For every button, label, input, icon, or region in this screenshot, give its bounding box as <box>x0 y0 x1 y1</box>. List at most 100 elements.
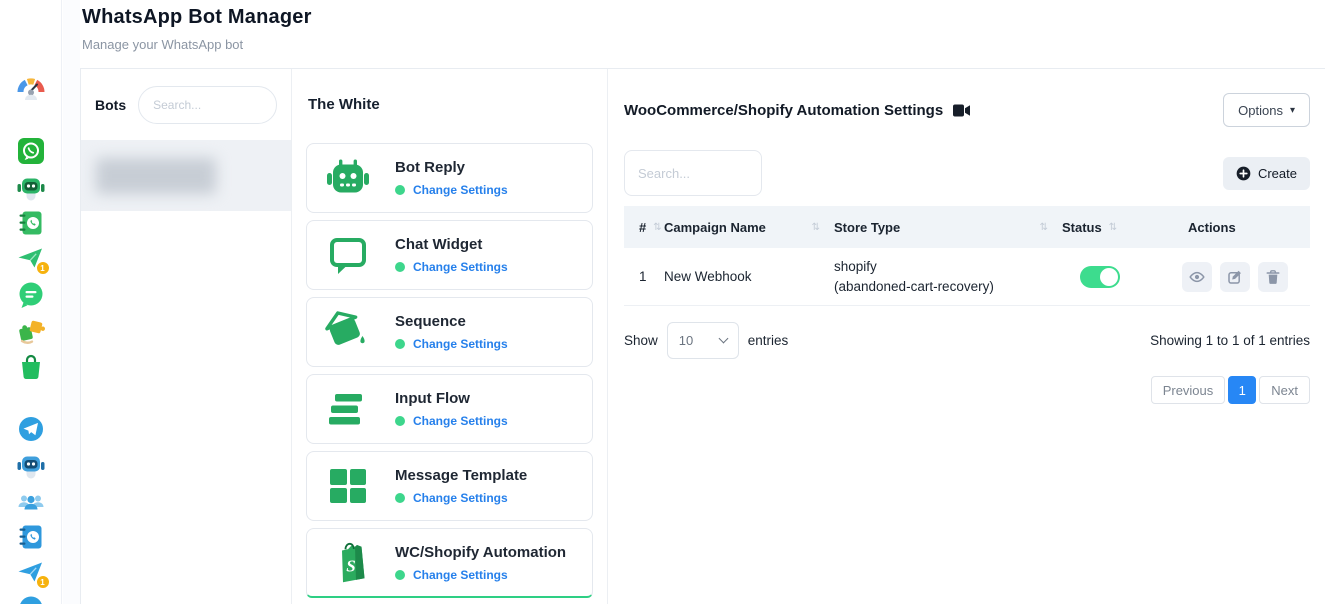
next-page-button[interactable]: Next <box>1259 376 1310 404</box>
feature-card-input-flow[interactable]: Input Flow Change Settings <box>306 374 593 444</box>
feature-title: Chat Widget <box>395 236 508 253</box>
bot-name-redacted <box>96 158 216 194</box>
telegram-users-icon[interactable] <box>17 487 45 515</box>
show-label: Show <box>624 333 658 348</box>
feature-title: Message Template <box>395 467 527 484</box>
eye-icon <box>1189 269 1205 285</box>
telegram-chat-icon[interactable] <box>17 595 45 604</box>
feature-card-wc-shopify-automation[interactable]: S WC/Shopify Automation Change Settings <box>306 528 593 598</box>
shopify-icon: S <box>325 540 371 586</box>
page-size-control: Show 10 entries <box>624 322 788 359</box>
whatsapp-bot-icon[interactable] <box>17 173 45 201</box>
status-dot <box>395 416 405 426</box>
main-panel: Bots The White Bot Reply Change Setti <box>80 68 1325 604</box>
telegram-campaign-icon[interactable]: 1 <box>17 559 45 587</box>
chat-widget-icon <box>325 232 371 278</box>
plus-circle-icon <box>1236 166 1251 181</box>
feature-title: Input Flow <box>395 390 508 407</box>
chevron-down-icon: ▾ <box>1290 105 1295 116</box>
store-type-line2: (abandoned-cart-recovery) <box>834 277 994 297</box>
table-toolbar: Create <box>624 150 1310 196</box>
bot-list-item-selected[interactable] <box>81 140 291 211</box>
sequence-icon <box>325 309 371 355</box>
page-size-value: 10 <box>679 333 693 348</box>
whatsapp-campaign-icon[interactable]: 1 <box>17 245 45 273</box>
whatsapp-icon[interactable] <box>17 137 45 165</box>
view-button[interactable] <box>1182 262 1212 292</box>
page-size-select[interactable]: 10 <box>667 322 739 359</box>
trash-icon <box>1265 269 1281 285</box>
change-settings-link[interactable]: Change Settings <box>413 337 508 351</box>
message-template-icon <box>325 463 371 509</box>
selected-bot-name: The White <box>308 96 593 113</box>
store-type-cell: shopify (abandoned-cart-recovery) <box>834 257 1062 296</box>
column-header-actions: Actions <box>1182 220 1310 235</box>
change-settings-link[interactable]: Change Settings <box>413 568 508 582</box>
bots-title: Bots <box>95 97 126 113</box>
feature-card-list: Bot Reply Change Settings Chat Widget Ch… <box>306 143 593 598</box>
whatsapp-contacts-icon[interactable] <box>17 209 45 237</box>
feature-title: WC/Shopify Automation <box>395 544 566 561</box>
automation-table: # ⇅ Campaign Name ⇅ Store Type ⇅ Status … <box>624 206 1310 306</box>
status-dot <box>395 185 405 195</box>
column-header-store-type[interactable]: Store Type ⇅ <box>834 220 1062 235</box>
showing-entries-text: Showing 1 to 1 of 1 entries <box>1150 333 1310 348</box>
page-header: WhatsApp Bot Manager Manage your WhatsAp… <box>82 6 312 52</box>
page-1-button[interactable]: 1 <box>1228 376 1256 404</box>
edit-button[interactable] <box>1220 262 1250 292</box>
options-label: Options <box>1238 103 1283 118</box>
video-tutorial-icon[interactable] <box>953 104 970 117</box>
actions-cell <box>1182 262 1310 292</box>
column-header-campaign-name[interactable]: Campaign Name ⇅ <box>664 220 834 235</box>
delete-button[interactable] <box>1258 262 1288 292</box>
svg-text:S: S <box>346 556 355 575</box>
app-sidebar: 1 1 <box>0 0 62 604</box>
status-toggle[interactable] <box>1080 266 1120 288</box>
previous-page-button[interactable]: Previous <box>1151 376 1226 404</box>
sort-icon[interactable]: ⇅ <box>653 222 661 233</box>
status-dot <box>395 262 405 272</box>
status-cell <box>1062 266 1182 288</box>
telegram-contacts-icon[interactable] <box>17 523 45 551</box>
chevron-down-icon <box>718 334 728 344</box>
telegram-bot-icon[interactable] <box>17 451 45 479</box>
change-settings-link[interactable]: Change Settings <box>413 183 508 197</box>
bots-panel-header: Bots <box>81 69 291 140</box>
input-flow-icon <box>325 386 371 432</box>
sort-icon[interactable]: ⇅ <box>812 222 820 233</box>
status-dot <box>395 493 405 503</box>
feature-card-chat-widget[interactable]: Chat Widget Change Settings <box>306 220 593 290</box>
settings-panel: WooCommerce/Shopify Automation Settings … <box>608 69 1325 604</box>
status-dot <box>395 570 405 580</box>
feature-card-message-template[interactable]: Message Template Change Settings <box>306 451 593 521</box>
edit-icon <box>1227 269 1243 285</box>
pagination: Previous 1 Next <box>624 376 1310 404</box>
column-header-status[interactable]: Status ⇅ <box>1062 220 1182 235</box>
shop-icon[interactable] <box>17 353 45 381</box>
change-settings-link[interactable]: Change Settings <box>413 414 508 428</box>
telegram-icon[interactable] <box>17 415 45 443</box>
table-search-input[interactable] <box>624 150 762 196</box>
change-settings-link[interactable]: Change Settings <box>413 260 508 274</box>
dashboard-icon[interactable] <box>17 75 45 103</box>
page-subtitle: Manage your WhatsApp bot <box>82 37 312 52</box>
settings-header: WooCommerce/Shopify Automation Settings … <box>624 93 1310 127</box>
bots-search-input[interactable] <box>138 86 277 124</box>
sort-icon[interactable]: ⇅ <box>1040 222 1048 233</box>
feature-card-bot-reply[interactable]: Bot Reply Change Settings <box>306 143 593 213</box>
sort-icon[interactable]: ⇅ <box>1109 222 1117 233</box>
campaign-name-cell: New Webhook <box>664 269 834 284</box>
settings-title: WooCommerce/Shopify Automation Settings <box>624 102 943 119</box>
integration-icon[interactable] <box>17 317 45 345</box>
table-footer: Show 10 entries Showing 1 to 1 of 1 entr… <box>624 322 1310 359</box>
store-type-line1: shopify <box>834 257 994 277</box>
feature-card-sequence[interactable]: Sequence Change Settings <box>306 297 593 367</box>
table-row: 1 New Webhook shopify (abandoned-cart-re… <box>624 248 1310 306</box>
create-button[interactable]: Create <box>1223 157 1310 190</box>
column-header-number[interactable]: # ⇅ <box>624 220 664 235</box>
app-window: 1 1 WhatsApp Bot Manag <box>0 0 1325 604</box>
options-button[interactable]: Options ▾ <box>1223 93 1310 127</box>
whatsapp-chat-icon[interactable] <box>17 281 45 309</box>
feature-title: Sequence <box>395 313 508 330</box>
change-settings-link[interactable]: Change Settings <box>413 491 508 505</box>
